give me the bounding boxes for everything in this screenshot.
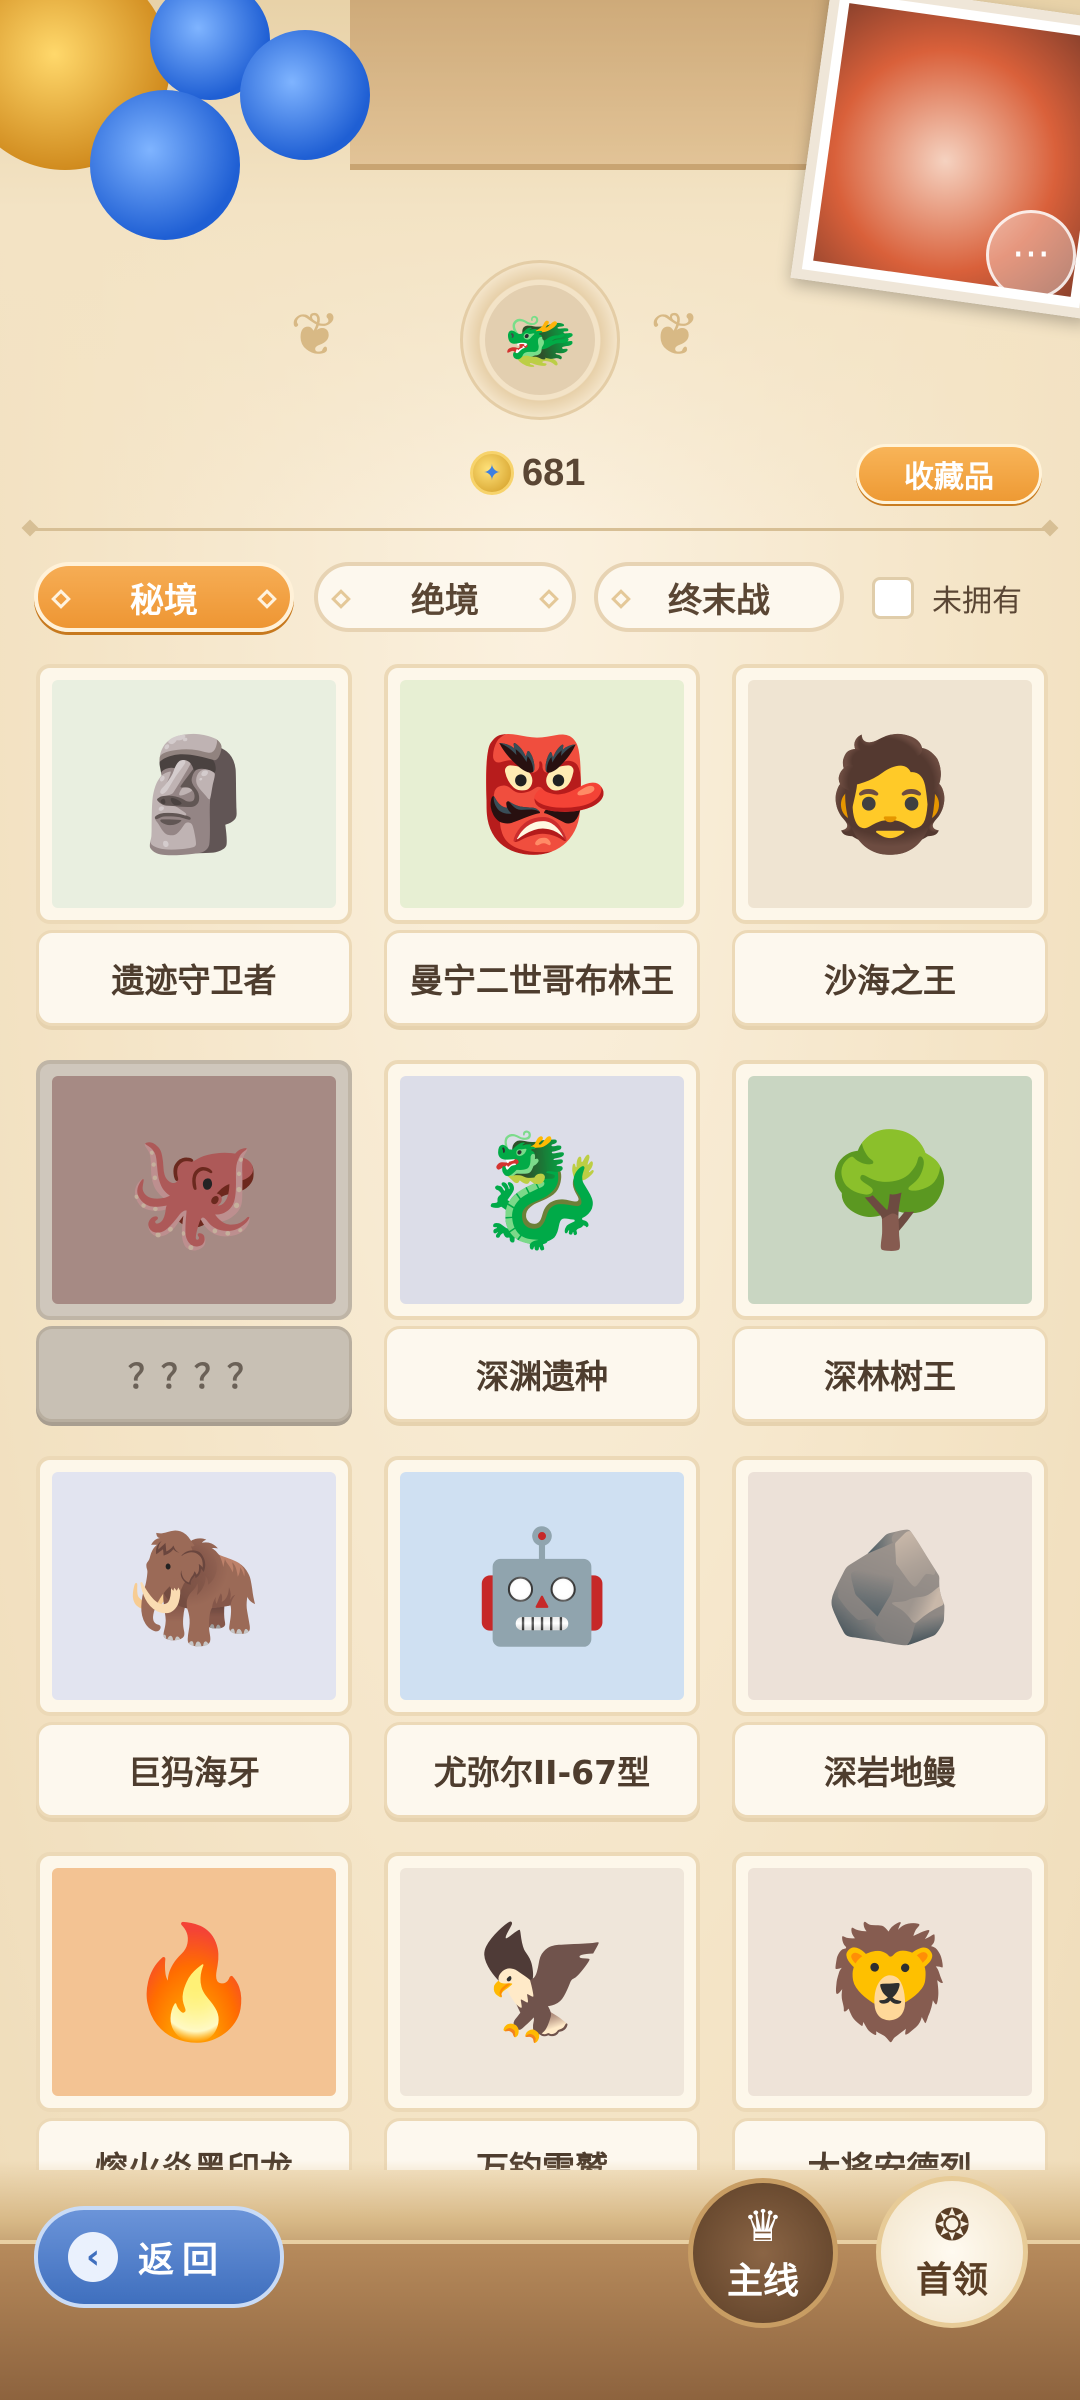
category-tabs: 秘境 绝境 终末战 <box>34 562 844 632</box>
tab-desperate-realm[interactable]: 绝境 <box>314 562 576 632</box>
boss-card[interactable]: 🌳 深林树王 <box>732 1060 1048 1430</box>
boss-card[interactable]: 🦣 巨犸海牙 <box>36 1456 352 1826</box>
boss-card[interactable]: 👺 曼宁二世哥布林王 <box>384 664 700 1034</box>
boss-portrait-frame: 🐉 <box>384 1060 700 1320</box>
not-owned-checkbox[interactable] <box>872 577 914 619</box>
boss-portrait: 🐉 <box>400 1076 684 1304</box>
not-owned-label: 未拥有 <box>932 584 1022 619</box>
boss-portrait: 🌳 <box>748 1076 1032 1304</box>
boss-portrait: 🔥 <box>52 1868 336 2096</box>
boss-portrait: 🦣 <box>52 1472 336 1700</box>
boss-name: 深渊遗种 <box>384 1326 700 1422</box>
boss-name: ？？？？ <box>36 1326 352 1422</box>
boss-portrait-frame: 🦣 <box>36 1456 352 1716</box>
boss-crest-icon: ❂ <box>933 2200 971 2251</box>
boss-name: 深林树王 <box>732 1326 1048 1422</box>
boss-portrait: 🧔 <box>748 680 1032 908</box>
dragon-icon: 🐲 <box>485 285 595 395</box>
collectibles-button[interactable]: 收藏品 <box>856 444 1042 504</box>
boss-portrait-frame: 🌳 <box>732 1060 1048 1320</box>
star-coin-icon: ✦ <box>470 451 514 495</box>
boss-portrait: 🗿 <box>52 680 336 908</box>
boss-portrait-frame: 🧔 <box>732 664 1048 924</box>
boss-portrait-frame: 🗿 <box>36 664 352 924</box>
diamond-icon <box>611 589 631 609</box>
diamond-icon <box>331 589 351 609</box>
diamond-icon <box>51 589 71 609</box>
back-label: 返回 <box>138 2240 227 2281</box>
nav-main-story[interactable]: ♛ 主线 <box>688 2178 838 2328</box>
swirl-ornament-right: ❦ <box>650 300 701 370</box>
flame-crest-icon: ♛ <box>743 2201 783 2252</box>
boss-card[interactable]: 🗿 遗迹守卫者 <box>36 664 352 1034</box>
boss-card[interactable]: 🪨 深岩地鳗 <box>732 1456 1048 1826</box>
tab-final-battle[interactable]: 终末战 <box>594 562 844 632</box>
boss-portrait-frame: 🦁 <box>732 1852 1048 2112</box>
chat-button[interactable]: ··· <box>986 210 1076 300</box>
tab-label: 绝境 <box>411 580 479 621</box>
boss-name: 巨犸海牙 <box>36 1722 352 1818</box>
tab-secret-realm[interactable]: 秘境 <box>34 562 294 632</box>
boss-portrait: 👺 <box>400 680 684 908</box>
divider <box>30 528 1050 531</box>
swirl-ornament-left: ❦ <box>290 300 341 370</box>
boss-card[interactable]: 🦁大将安德烈 <box>732 1852 1048 2170</box>
boss-portrait: 🪨 <box>748 1472 1032 1700</box>
boss-portrait-frame: 🪨 <box>732 1456 1048 1716</box>
boss-name: 沙海之王 <box>732 930 1048 1026</box>
boss-name: 尤弥尔II-67型 <box>384 1722 700 1818</box>
back-arrow-icon: ‹ <box>68 2232 118 2282</box>
boss-portrait: 🦅 <box>400 1868 684 2096</box>
boss-portrait-frame: 👺 <box>384 664 700 924</box>
boss-portrait-frame: 🤖 <box>384 1456 700 1716</box>
tab-label: 秘境 <box>130 580 198 621</box>
nav-bosses[interactable]: ❂ 首领 <box>876 2176 1028 2328</box>
boss-portrait: 🤖 <box>400 1472 684 1700</box>
flower-decoration <box>90 90 240 240</box>
chat-bubble-icon: ··· <box>1011 232 1051 278</box>
boss-portrait-frame: 🦅 <box>384 1852 700 2112</box>
boss-portrait: 🦁 <box>748 1868 1032 2096</box>
currency-display: ✦ 681 <box>470 448 585 498</box>
boss-portrait-frame: 🐙 <box>36 1060 352 1320</box>
boss-card[interactable]: 🦅万钧雷鹫 <box>384 1852 700 2170</box>
nav-boss-label: 首领 <box>915 2260 988 2301</box>
boss-name: 曼宁二世哥布林王 <box>384 930 700 1026</box>
boss-card[interactable]: 🧔 沙海之王 <box>732 664 1048 1034</box>
nav-main-label: 主线 <box>726 2261 799 2302</box>
currency-value: 681 <box>522 451 586 494</box>
boss-emblem: 🐲 <box>460 260 620 420</box>
boss-name: 遗迹守卫者 <box>36 930 352 1026</box>
boss-card[interactable]: 🐉 深渊遗种 <box>384 1060 700 1430</box>
diamond-icon <box>257 589 277 609</box>
boss-card[interactable]: 🤖 尤弥尔II-67型 <box>384 1456 700 1826</box>
back-button[interactable]: ‹ 返回 <box>34 2206 284 2308</box>
boss-name: 深岩地鳗 <box>732 1722 1048 1818</box>
tab-label: 终末战 <box>668 580 770 621</box>
boss-card[interactable]: 🔥熔火炎黑印龙 <box>36 1852 352 2170</box>
boss-portrait: 🐙 <box>52 1076 336 1304</box>
boss-card[interactable]: 🐙 ？？？？ <box>36 1060 352 1430</box>
wood-panel <box>350 0 870 170</box>
diamond-icon <box>539 589 559 609</box>
boss-portrait-frame: 🔥 <box>36 1852 352 2112</box>
flower-decoration <box>240 30 370 160</box>
boss-grid[interactable]: 🗿 遗迹守卫者 👺 曼宁二世哥布林王 🧔 沙海之王 🐙 ？？？？ 🐉 深渊遗种 🌳 深林树王 🦣 巨犸海牙… <box>0 660 1080 2170</box>
not-owned-filter[interactable]: 未拥有 <box>872 570 1022 626</box>
